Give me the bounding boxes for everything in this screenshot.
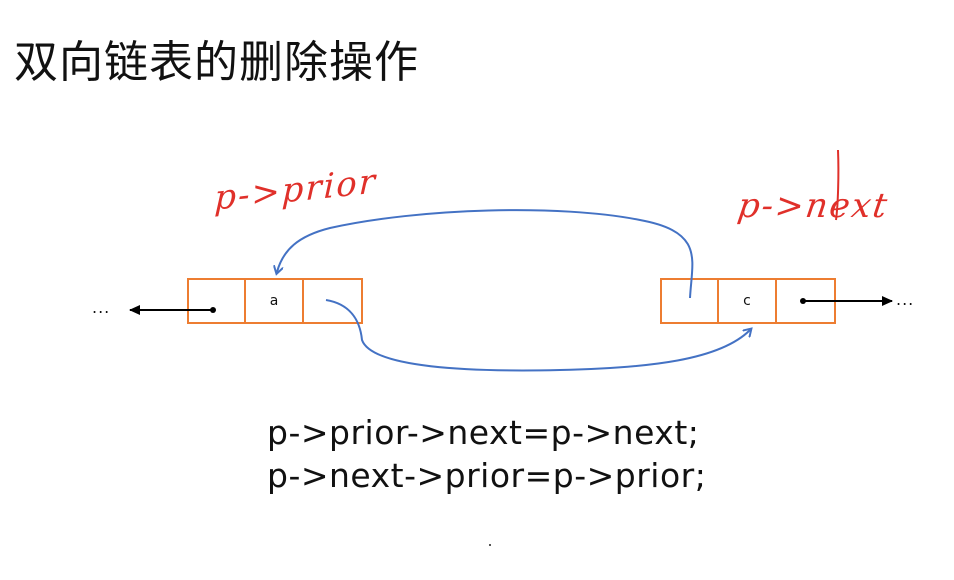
code-line-2: p->next->prior=p->prior; (267, 456, 707, 495)
handwritten-stroke (835, 149, 840, 221)
next-redirect-arrow (325, 299, 750, 372)
node-c-next-pointer (800, 296, 893, 306)
node-a-prior-pointer (129, 305, 216, 315)
stray-dot (489, 544, 491, 546)
prior-redirect-arrow (277, 209, 694, 299)
code-line-1: p->prior->next=p->next; (267, 413, 700, 452)
